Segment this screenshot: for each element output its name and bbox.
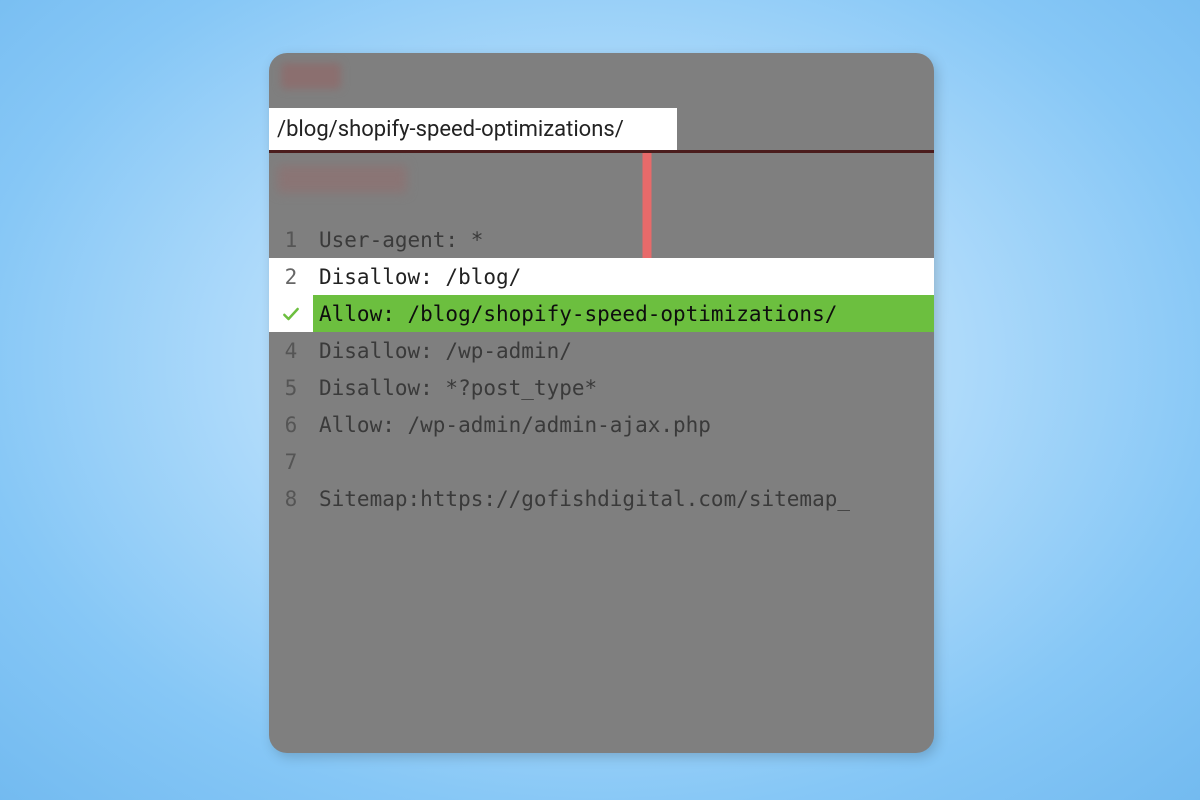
code-text: Allow: /wp-admin/admin-ajax.php bbox=[313, 406, 934, 443]
code-line-highlighted[interactable]: 2 Disallow: /blog/ bbox=[269, 258, 934, 295]
url-input-text: /blog/shopify-speed-optimizations/ bbox=[277, 117, 624, 142]
code-text: Disallow: /blog/ bbox=[313, 258, 934, 295]
line-number: 2 bbox=[269, 258, 313, 295]
code-text: User-agent: * bbox=[313, 221, 934, 258]
tab-blur-secondary bbox=[277, 165, 407, 193]
editor-panel: /blog/shopify-speed-optimizations/ 1 Use… bbox=[269, 53, 934, 753]
code-text: Disallow: /wp-admin/ bbox=[313, 332, 934, 369]
code-text bbox=[313, 443, 934, 480]
code-line[interactable]: 4 Disallow: /wp-admin/ bbox=[269, 332, 934, 369]
code-line[interactable]: 6 Allow: /wp-admin/admin-ajax.php bbox=[269, 406, 934, 443]
code-editor[interactable]: 1 User-agent: * 2 Disallow: /blog/ Allow… bbox=[269, 221, 934, 517]
line-number: 8 bbox=[269, 480, 313, 517]
background-stage: /blog/shopify-speed-optimizations/ 1 Use… bbox=[0, 0, 1200, 800]
code-line[interactable]: 1 User-agent: * bbox=[269, 221, 934, 258]
code-line[interactable]: 8 Sitemap:https://gofishdigital.com/site… bbox=[269, 480, 934, 517]
url-underline bbox=[269, 150, 934, 153]
tab-blur-top bbox=[281, 63, 341, 89]
code-line-allowed[interactable]: Allow: /blog/shopify-speed-optimizations… bbox=[269, 295, 934, 332]
code-line[interactable]: 7 bbox=[269, 443, 934, 480]
line-number: 7 bbox=[269, 443, 313, 480]
check-icon bbox=[281, 304, 301, 324]
code-text: Disallow: *?post_type* bbox=[313, 369, 934, 406]
check-icon-gutter bbox=[269, 295, 313, 332]
code-text: Sitemap:https://gofishdigital.com/sitema… bbox=[313, 480, 934, 517]
url-input-bar[interactable]: /blog/shopify-speed-optimizations/ bbox=[269, 108, 677, 150]
code-line[interactable]: 5 Disallow: *?post_type* bbox=[269, 369, 934, 406]
code-text: Allow: /blog/shopify-speed-optimizations… bbox=[313, 295, 934, 332]
line-number: 6 bbox=[269, 406, 313, 443]
line-number: 4 bbox=[269, 332, 313, 369]
line-number: 1 bbox=[269, 221, 313, 258]
line-number: 5 bbox=[269, 369, 313, 406]
